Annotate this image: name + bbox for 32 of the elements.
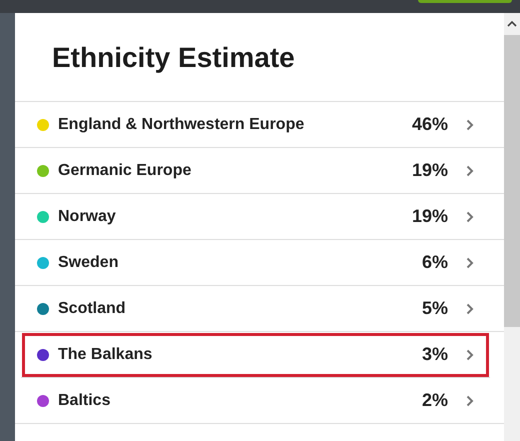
region-name: Scotland	[58, 300, 127, 318]
region-name: Sweden	[58, 254, 120, 272]
scrollbar-thumb[interactable]	[504, 35, 520, 327]
region-row[interactable]: The Balkans 3%	[21, 332, 490, 378]
region-percent: 6%	[422, 252, 448, 273]
region-name: Norway	[58, 208, 117, 226]
region-row[interactable]: England & Northwestern Europe 46%	[15, 102, 504, 148]
region-percent: 19%	[412, 160, 448, 181]
region-percent: 3%	[422, 344, 448, 365]
chevron-right-icon	[466, 210, 474, 222]
region-row[interactable]: Scotland 5%	[15, 286, 504, 332]
region-row[interactable]: Baltics 2%	[15, 378, 504, 424]
chevron-right-icon	[466, 164, 474, 176]
header-button[interactable]	[418, 0, 512, 3]
region-percent: 2%	[422, 390, 448, 411]
chevron-right-icon	[466, 394, 474, 406]
region-percent: 46%	[412, 114, 448, 135]
region-name: Germanic Europe	[58, 162, 192, 180]
scroll-up-icon[interactable]	[507, 20, 517, 27]
region-name: England & Northwestern Europe	[58, 116, 306, 134]
region-percent: 5%	[422, 298, 448, 319]
chevron-right-icon	[466, 302, 474, 314]
scrollbar[interactable]	[504, 13, 520, 441]
region-name: Baltics	[58, 392, 112, 410]
region-row[interactable]: Germanic Europe 19%	[15, 148, 504, 194]
region-name: The Balkans	[58, 346, 154, 364]
chevron-right-icon	[466, 256, 474, 268]
region-row[interactable]: Sweden 6%	[15, 240, 504, 286]
region-percent: 19%	[412, 206, 448, 227]
region-row[interactable]: Norway 19%	[15, 194, 504, 240]
chevron-right-icon	[466, 348, 474, 360]
chevron-right-icon	[466, 118, 474, 130]
